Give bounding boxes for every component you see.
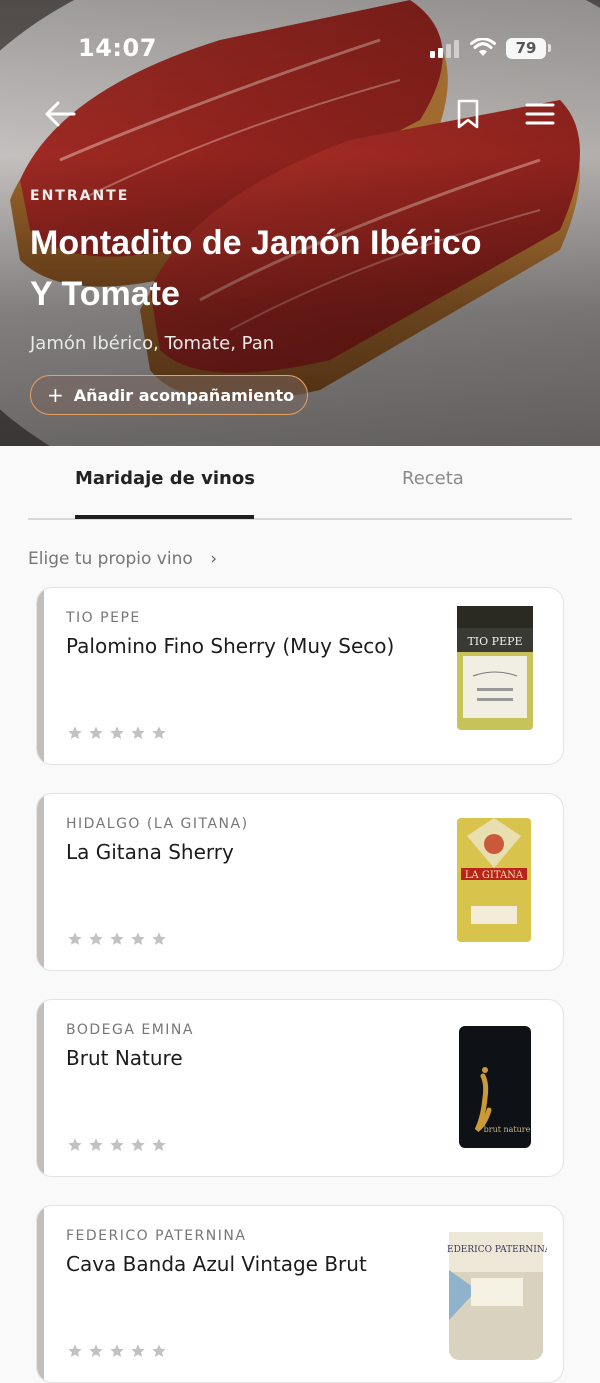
wine-card[interactable]: TIO PEPE Palomino Fino Sherry (Muy Seco)… [36, 587, 564, 765]
star-icon[interactable] [109, 931, 125, 947]
bottle-label-text: LA GITANA [465, 870, 524, 881]
star-icon[interactable] [130, 1137, 146, 1153]
star-icon[interactable] [151, 931, 167, 947]
menu-button[interactable] [520, 94, 560, 134]
star-icon[interactable] [67, 725, 83, 741]
star-icon[interactable] [109, 1343, 125, 1359]
wine-card[interactable]: FEDERICO PATERNINA Cava Banda Azul Vinta… [36, 1205, 564, 1383]
wine-producer: FEDERICO PATERNINA [66, 1228, 247, 1244]
star-icon[interactable] [109, 1137, 125, 1153]
choose-wine-link[interactable]: Elige tu propio vino › [28, 549, 217, 569]
wine-producer: BODEGA EMINA [66, 1022, 194, 1038]
status-bar: 14:07 79 [0, 0, 600, 96]
star-icon[interactable] [88, 931, 104, 947]
rating-stars[interactable] [67, 1343, 167, 1359]
cellular-signal-icon [430, 40, 459, 58]
battery-indicator: 79 [506, 38, 546, 59]
wine-name: La Gitana Sherry [66, 840, 234, 864]
wine-bottle-image: TIO PEPE [457, 606, 533, 730]
add-side-dish-label: Añadir acompañamiento [73, 385, 295, 405]
bottle-label-text: brut nature [484, 1125, 531, 1134]
wifi-icon [470, 38, 496, 56]
wine-name: Brut Nature [66, 1046, 183, 1070]
tab-bar: Maridaje de vinos Receta [28, 446, 572, 520]
wine-card[interactable]: HIDALGO (LA GITANA) La Gitana Sherry LA … [36, 793, 564, 971]
wine-name: Cava Banda Azul Vintage Brut [66, 1252, 367, 1276]
star-icon[interactable] [130, 931, 146, 947]
course-label: ENTRANTE [30, 188, 130, 204]
bottle-label-text: FEDERICO PATERNINA [447, 1245, 547, 1255]
rating-stars[interactable] [67, 1137, 167, 1153]
star-icon[interactable] [130, 725, 146, 741]
tab-wine-pairing[interactable]: Maridaje de vinos [75, 468, 255, 489]
dish-title-line-1: Montadito de Jamón Ibérico [30, 224, 482, 262]
card-accent-bar [37, 1206, 44, 1382]
bookmark-icon [457, 99, 479, 129]
wine-bottle-image: LA GITANA [457, 818, 531, 942]
wine-card[interactable]: BODEGA EMINA Brut Nature brut nature [36, 999, 564, 1177]
star-icon[interactable] [130, 1343, 146, 1359]
arrow-left-icon [45, 101, 76, 127]
hero-image: 14:07 79 ENTRANTE Montadito de Jamón Ibé… [0, 0, 600, 446]
ingredients-list: Jamón Ibérico, Tomate, Pan [30, 333, 275, 354]
wine-name: Palomino Fino Sherry (Muy Seco) [66, 634, 395, 658]
status-time: 14:07 [78, 34, 157, 62]
card-accent-bar [37, 794, 44, 970]
plus-icon: + [47, 383, 64, 407]
wine-bottle-image: FEDERICO PATERNINA [447, 1232, 547, 1360]
star-icon[interactable] [151, 1343, 167, 1359]
star-icon[interactable] [67, 1343, 83, 1359]
star-icon[interactable] [67, 931, 83, 947]
dish-title: Montadito de Jamón Ibérico Y Tomate [30, 218, 590, 320]
bottle-label-text: TIO PEPE [467, 635, 522, 648]
star-icon[interactable] [88, 725, 104, 741]
tab-recipe[interactable]: Receta [402, 468, 464, 489]
add-side-dish-button[interactable]: + Añadir acompañamiento [30, 375, 308, 415]
star-icon[interactable] [88, 1343, 104, 1359]
rating-stars[interactable] [67, 931, 167, 947]
star-icon[interactable] [67, 1137, 83, 1153]
bookmark-button[interactable] [448, 94, 488, 134]
wine-producer: HIDALGO (LA GITANA) [66, 816, 249, 832]
hamburger-menu-icon [525, 103, 555, 125]
star-icon[interactable] [151, 1137, 167, 1153]
chevron-right-icon: › [210, 549, 217, 569]
back-button[interactable] [40, 94, 80, 134]
star-icon[interactable] [109, 725, 125, 741]
card-accent-bar [37, 588, 44, 764]
wine-producer: TIO PEPE [66, 610, 141, 626]
rating-stars[interactable] [67, 725, 167, 741]
dish-title-line-2: Y Tomate [30, 275, 180, 313]
star-icon[interactable] [151, 725, 167, 741]
wine-bottle-image: brut nature [459, 1026, 531, 1148]
battery-cap [548, 44, 551, 52]
active-tab-indicator [75, 515, 254, 519]
star-icon[interactable] [88, 1137, 104, 1153]
choose-wine-label: Elige tu propio vino [28, 549, 193, 569]
card-accent-bar [37, 1000, 44, 1176]
